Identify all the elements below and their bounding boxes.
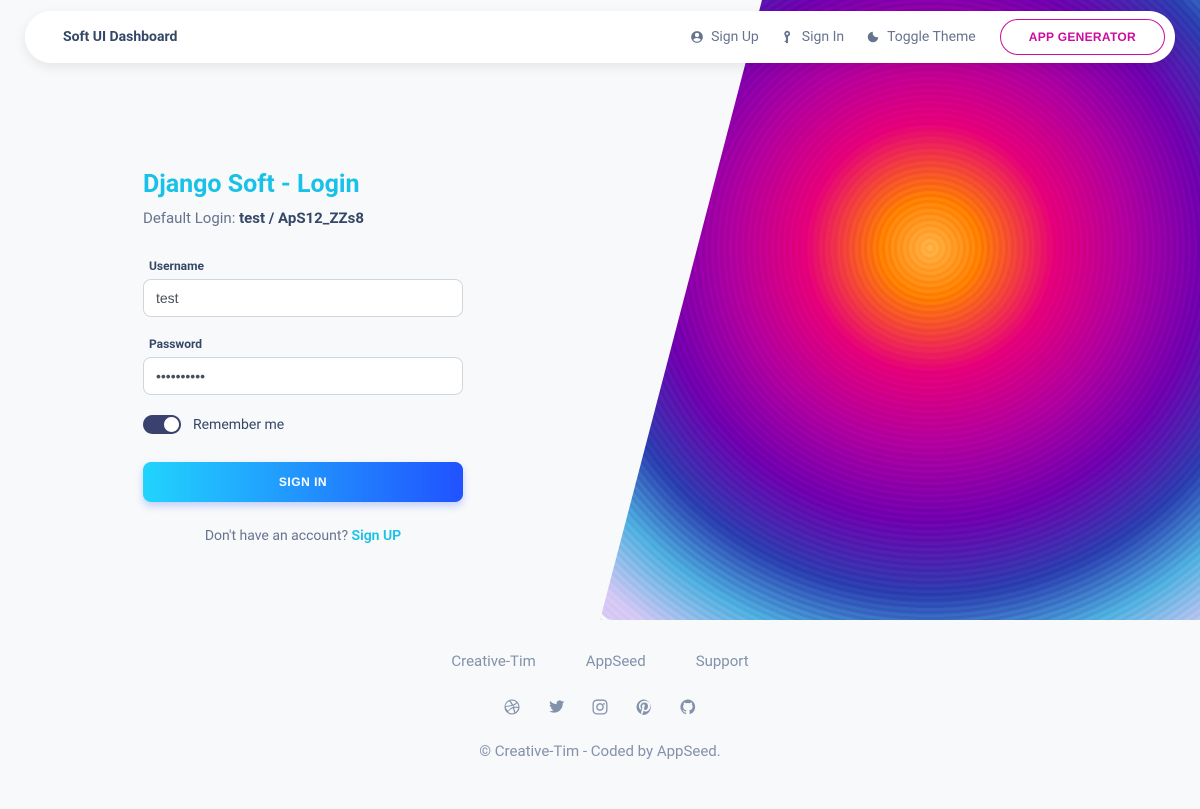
footer-link-support[interactable]: Support [696, 652, 749, 670]
twitter-icon[interactable] [547, 698, 565, 716]
instagram-icon[interactable] [591, 698, 609, 716]
app-generator-button[interactable]: APP GENERATOR [1000, 19, 1165, 55]
nav-signin[interactable]: Sign In [781, 29, 844, 45]
nav-toggle-theme-label: Toggle Theme [887, 29, 976, 45]
copyright-text: © Creative-Tim - Coded by AppSeed. [0, 742, 1200, 760]
nav-signup-label: Sign Up [711, 29, 759, 45]
no-account-text: Don't have an account? [205, 528, 352, 544]
social-icons [0, 698, 1200, 716]
nav-links: Sign Up Sign In Toggle Theme [690, 29, 976, 45]
password-field-wrap: Password [143, 337, 483, 395]
footer-link-appseed[interactable]: AppSeed [586, 652, 646, 670]
password-label: Password [149, 337, 483, 351]
password-input[interactable] [143, 357, 463, 395]
remember-row: Remember me [143, 415, 483, 434]
remember-toggle[interactable] [143, 415, 181, 434]
dribbble-icon[interactable] [503, 698, 521, 716]
footer-links: Creative-Tim AppSeed Support [0, 652, 1200, 670]
signin-button[interactable]: SIGN IN [143, 462, 463, 502]
footer: Creative-Tim AppSeed Support © Creative-… [0, 652, 1200, 760]
login-title: Django Soft - Login [143, 170, 483, 199]
signup-row: Don't have an account? Sign UP [143, 528, 463, 544]
brand-title[interactable]: Soft UI Dashboard [63, 29, 177, 45]
nav-signup[interactable]: Sign Up [690, 29, 759, 45]
remember-label: Remember me [193, 417, 284, 433]
github-icon[interactable] [679, 698, 697, 716]
navbar: Soft UI Dashboard Sign Up Sign In Toggle… [25, 11, 1175, 63]
pinterest-icon[interactable] [635, 698, 653, 716]
nav-signin-label: Sign In [802, 29, 844, 45]
username-label: Username [149, 259, 483, 273]
login-card: Django Soft - Login Default Login: test … [143, 170, 483, 544]
username-input[interactable] [143, 279, 463, 317]
default-login-hint: Default Login: test / ApS12_ZZs8 [143, 209, 483, 227]
key-icon [781, 30, 795, 44]
username-field-wrap: Username [143, 259, 483, 317]
nav-toggle-theme[interactable]: Toggle Theme [866, 29, 976, 45]
moon-icon [866, 30, 880, 44]
user-circle-icon [690, 30, 704, 44]
hero-background [600, 0, 1200, 620]
footer-link-creative-tim[interactable]: Creative-Tim [451, 652, 535, 670]
signup-link[interactable]: Sign UP [352, 528, 402, 544]
